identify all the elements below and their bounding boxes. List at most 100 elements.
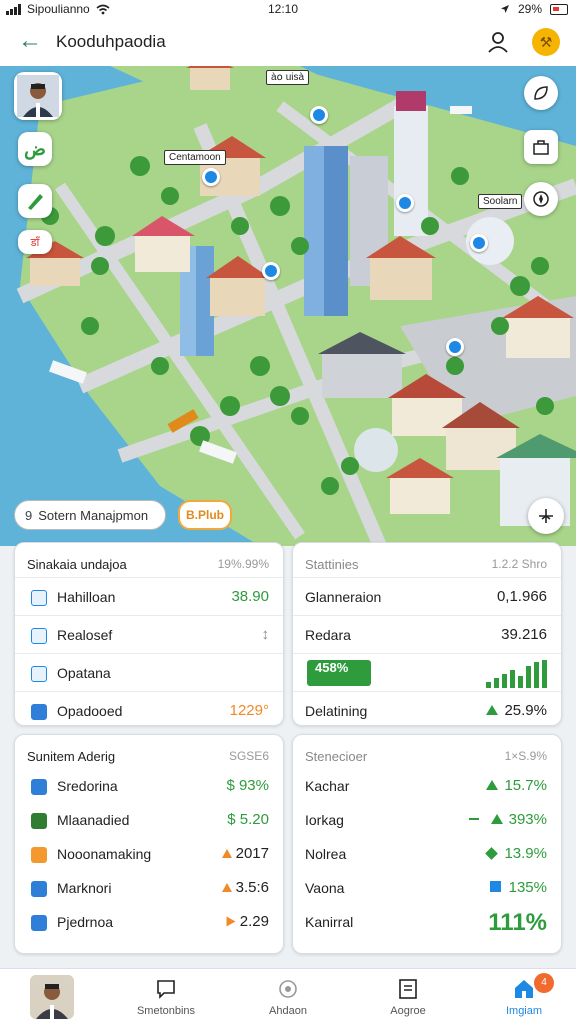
map-pin-icon[interactable]	[202, 168, 220, 186]
profile-avatar[interactable]	[30, 975, 74, 1019]
row-value: 2.29	[239, 913, 269, 930]
map-illustration	[0, 66, 576, 546]
notification-badge: 4	[534, 973, 554, 993]
row-value: 1229°	[229, 702, 269, 719]
user-icon[interactable]	[486, 30, 510, 54]
add-button[interactable]: B.Plub	[178, 500, 232, 530]
map-label[interactable]: à໐ uisà	[266, 70, 310, 85]
calendar-icon	[31, 628, 47, 644]
clock: 12:10	[268, 2, 299, 16]
row-value: 135%	[508, 879, 547, 896]
list-item[interactable]: Iorkag 393%	[293, 801, 561, 839]
map-label[interactable]: Centamoon	[164, 150, 226, 165]
row-label: Nolrea	[305, 846, 347, 862]
tag-icon[interactable]: डाँ	[18, 230, 52, 254]
crosshair-icon	[539, 509, 553, 523]
up-arrow-icon	[221, 849, 232, 858]
building-icon	[31, 704, 47, 720]
card-title: Stattinies	[305, 557, 359, 572]
card-title: Sinakaia undajoa	[27, 557, 127, 572]
system-number: 9	[25, 507, 33, 523]
row-label: Delatining	[305, 703, 368, 719]
row-value: 0,1.966	[496, 588, 547, 605]
system-management-button[interactable]: 9 Sotern Manajpmon	[14, 500, 166, 530]
list-item[interactable]: 458%	[293, 653, 561, 691]
row-label: Vaona	[305, 880, 345, 896]
wifi-icon	[96, 4, 110, 14]
flag-icon[interactable]: ض	[18, 132, 52, 166]
list-item[interactable]: Kachar 15.7%	[293, 767, 561, 805]
row-label: Kachar	[305, 778, 350, 794]
row-label: Iorkag	[305, 812, 344, 828]
percent-badge: 458%	[307, 660, 371, 686]
list-item[interactable]: Vaona 135%	[293, 869, 561, 907]
row-value: 3.5:6	[235, 879, 269, 896]
list-item[interactable]: Sredorina $ 93%	[15, 767, 283, 805]
card-title: Stenecioer	[305, 749, 368, 764]
list-item[interactable]: Redara 39.216	[293, 615, 561, 653]
map-pin-icon[interactable]	[262, 262, 280, 280]
list-item[interactable]: Nooonamaking 2017	[15, 835, 283, 873]
list-item[interactable]: Realosef ↕	[15, 615, 283, 653]
list-item[interactable]: Pjedrnoa 2.29	[15, 903, 283, 941]
row-label: Opadooed	[57, 703, 123, 719]
locate-button[interactable]	[528, 498, 564, 534]
row-value: $ 93%	[226, 777, 269, 794]
chat-icon	[157, 980, 175, 999]
row-label: Kanirral	[305, 914, 354, 930]
list-item[interactable]: Opadooed 1229°	[15, 691, 283, 729]
nav-item-progress[interactable]: Aogroe	[358, 977, 458, 1017]
dash-icon	[468, 818, 479, 820]
city-map[interactable]: Centamoon à໐ uisà Soolarn ض डाँ	[0, 66, 576, 546]
avatar[interactable]	[14, 72, 62, 120]
diamond-icon	[485, 847, 499, 860]
row-label: Mlaanadied	[57, 812, 130, 828]
app-header: ← Kooduhpaodia ⚒	[0, 18, 576, 66]
row-label: Pjedrnoa	[57, 914, 114, 930]
list-item[interactable]: Delatining 25.9%	[293, 691, 561, 729]
card-header-value: 1.2.2 Shro	[491, 557, 547, 571]
leaf-icon[interactable]	[524, 76, 558, 110]
status-bar: Sipoulianno 12:10 29%	[0, 0, 576, 18]
row-value: 111%	[488, 909, 547, 936]
document-icon	[31, 915, 47, 931]
nav-item-action[interactable]: Ahdaon	[238, 977, 338, 1017]
edit-icon	[31, 590, 47, 606]
map-pin-icon[interactable]	[310, 106, 328, 124]
location-arrow-icon	[500, 5, 509, 13]
map-pin-icon[interactable]	[470, 234, 488, 252]
carrier-name: Sipoulianno	[27, 2, 90, 16]
list-item[interactable]: Mlaanadied $ 5.20	[15, 801, 283, 839]
card-title: Sunitem Aderig	[27, 749, 116, 764]
row-label: Marknori	[57, 880, 112, 896]
list-item[interactable]: Glanneraion 0,1.966	[293, 577, 561, 615]
right-arrow-icon	[226, 916, 236, 927]
nav-label: Smetonbins	[136, 1005, 196, 1017]
row-label: Realosef	[57, 627, 113, 643]
map-label[interactable]: Soolarn	[478, 194, 523, 209]
row-value: $ 5.20	[227, 811, 269, 828]
list-item[interactable]: Kanirral 111%	[293, 903, 561, 941]
nav-label: Aogroe	[390, 1005, 426, 1017]
system-label: Sotern Manajpmon	[38, 507, 149, 523]
tag-text: डाँ	[30, 236, 40, 249]
nav-item-statistics[interactable]: Smetonbins	[116, 977, 216, 1017]
list-item[interactable]: Marknori 3.5:6	[15, 869, 283, 907]
list-item[interactable]: Opatana	[15, 653, 283, 691]
row-value: 13.9%	[504, 845, 547, 862]
back-arrow-icon[interactable]: ←	[18, 29, 42, 53]
shield-badge-icon[interactable]: ⚒	[532, 28, 560, 56]
person-avatar-icon	[17, 75, 59, 117]
row-label: Hahilloan	[57, 589, 116, 605]
bag-icon[interactable]	[524, 130, 558, 164]
nav-item-home[interactable]: Imgiam	[474, 977, 574, 1017]
summary-card: Sinakaia undajoa 19%.99% Hahilloan 38.90…	[14, 542, 284, 726]
map-pin-icon[interactable]	[446, 338, 464, 356]
pen-icon[interactable]	[18, 184, 52, 218]
map-pin-icon[interactable]	[396, 194, 414, 212]
square-icon	[489, 881, 501, 892]
compass-icon[interactable]	[524, 182, 558, 216]
battery-icon	[550, 3, 568, 15]
list-item[interactable]: Hahilloan 38.90	[15, 577, 283, 615]
list-item[interactable]: Nolrea 13.9%	[293, 835, 561, 873]
